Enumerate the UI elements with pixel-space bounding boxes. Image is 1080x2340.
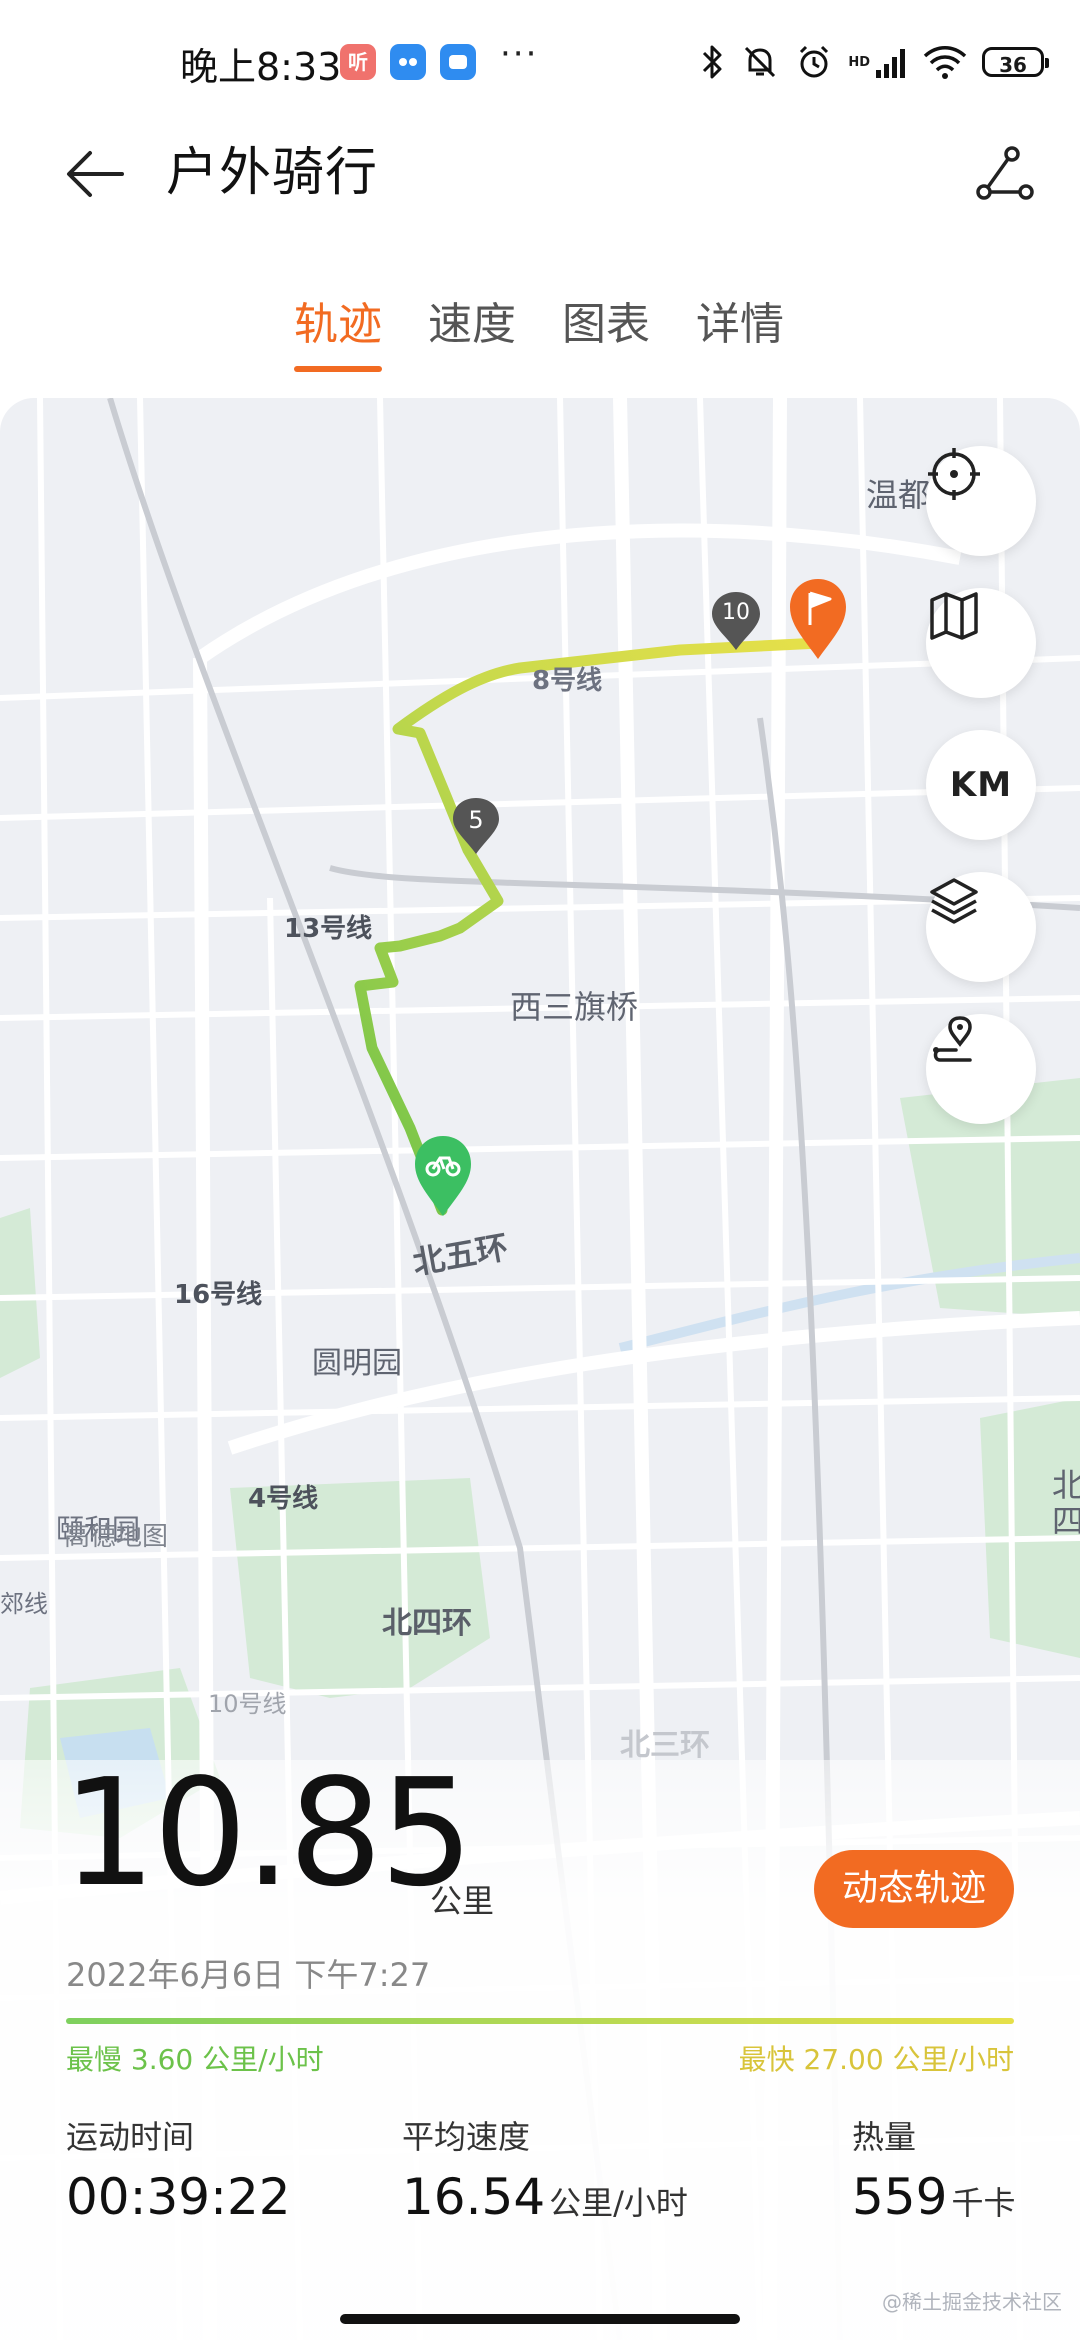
- map-type-button[interactable]: [926, 588, 1036, 698]
- crosshair-icon: [928, 448, 980, 500]
- map-label-line8: 8号线: [532, 666, 603, 696]
- stats-panel: 10.85 公里 动态轨迹 2022年6月6日 下午7:27 最慢 3.60 公…: [0, 1747, 1080, 2340]
- tab-track[interactable]: 轨迹: [278, 288, 398, 352]
- home-indicator[interactable]: [340, 2314, 740, 2324]
- km-marker-10: 10: [710, 590, 762, 652]
- status-icons: HD 36: [698, 38, 1049, 86]
- avg-speed-label: 平均速度: [402, 2118, 531, 2156]
- battery-indicator: 36: [982, 47, 1049, 77]
- map-label-line13: 13号线: [284, 914, 373, 944]
- status-bar: 晚上8:33 听 ··· HD 36: [0, 0, 1080, 120]
- speed-range-bar: [66, 2018, 1014, 2024]
- avg-speed-stat: 平均速度 16.54 公里/小时: [402, 2112, 688, 2226]
- watermark: @稀土掘金技术社区: [882, 2290, 1062, 2314]
- map-label-yuanmingyuan: 圆明园: [312, 1346, 402, 1381]
- status-time: 晚上8:33: [180, 45, 342, 89]
- app-header: 户外骑行: [0, 120, 1080, 220]
- alarm-icon: [800, 45, 829, 78]
- share-icon: [976, 146, 1034, 200]
- slowest-speed: 最慢 3.60 公里/小时: [66, 2043, 324, 2076]
- signal-icon: [876, 49, 905, 78]
- km-toggle-button[interactable]: KM: [926, 730, 1036, 840]
- duration-label: 运动时间: [66, 2118, 195, 2156]
- tab-bar: 轨迹 速度 图表 详情: [0, 288, 1080, 372]
- map-label-beisanhuan: 北三环: [620, 1728, 710, 1763]
- mute-bell-icon: [745, 46, 776, 78]
- chat-app-icon: [390, 44, 426, 80]
- route-markers-button[interactable]: [926, 1014, 1036, 1124]
- distance-value: 10.85: [62, 1747, 474, 1919]
- layers-icon: [930, 878, 978, 924]
- avg-speed-unit: 公里/小时: [549, 2184, 688, 2222]
- wifi-icon: [923, 46, 967, 79]
- fastest-speed: 最快 27.00 公里/小时: [738, 2043, 1014, 2076]
- route-line: [354, 637, 826, 1216]
- avg-speed-value: 16.54: [402, 2168, 546, 2226]
- calories-unit: 千卡: [951, 2184, 1016, 2222]
- locate-button[interactable]: [926, 446, 1036, 556]
- km-marker-10-label: 10: [722, 600, 750, 625]
- km-marker-5: 5: [451, 796, 501, 856]
- layers-button[interactable]: [926, 872, 1036, 982]
- back-button[interactable]: [60, 138, 130, 208]
- map-label-si: 四: [1052, 1502, 1080, 1540]
- calories-value: 559: [852, 2168, 948, 2226]
- map-label-line16: 16号线: [174, 1280, 263, 1310]
- listen-app-icon: 听: [340, 44, 376, 80]
- activity-date: 2022年6月6日 下午7:27: [66, 1956, 431, 1994]
- bluetooth-icon: [703, 45, 722, 79]
- map-label-jiaoxian: 郊线: [0, 1590, 48, 1618]
- hd-indicator: HD: [848, 54, 870, 70]
- active-tab-indicator: [294, 366, 382, 372]
- more-notifications-icon: ···: [500, 34, 539, 74]
- page-title: 户外骑行: [166, 143, 379, 203]
- calories-stat: 热量 559 千卡: [852, 2112, 1015, 2226]
- tab-speed[interactable]: 速度: [412, 288, 532, 352]
- map-label-line10: 10号线: [208, 1690, 287, 1718]
- tab-details[interactable]: 详情: [680, 288, 800, 352]
- distance-unit: 公里: [430, 1882, 495, 1920]
- route-pin-icon: [933, 1016, 972, 1062]
- message-app-icon: [440, 44, 476, 80]
- start-marker: [415, 1136, 471, 1216]
- share-button[interactable]: [970, 140, 1040, 210]
- back-arrow-icon: [67, 151, 124, 197]
- duration-value: 00:39:22: [66, 2168, 291, 2226]
- map-label-xisanqiqiao: 西三旗桥: [510, 988, 639, 1026]
- calories-label: 热量: [852, 2118, 917, 2156]
- km-toggle-label: KM: [949, 765, 1013, 805]
- map-label-wendu: 温都: [866, 476, 931, 514]
- km-marker-5-label: 5: [468, 806, 484, 834]
- map-attribution-gaode: 高德地图: [64, 1522, 169, 1552]
- map-label-beisihuan: 北四环: [382, 1606, 472, 1641]
- map-fold-icon: [930, 592, 978, 640]
- tab-chart[interactable]: 图表: [546, 288, 666, 352]
- duration-stat: 运动时间 00:39:22: [66, 2112, 291, 2226]
- map-label-line4: 4号线: [248, 1484, 319, 1514]
- west-park: [0, 1208, 40, 1378]
- dynamic-track-button[interactable]: 动态轨迹: [814, 1850, 1014, 1928]
